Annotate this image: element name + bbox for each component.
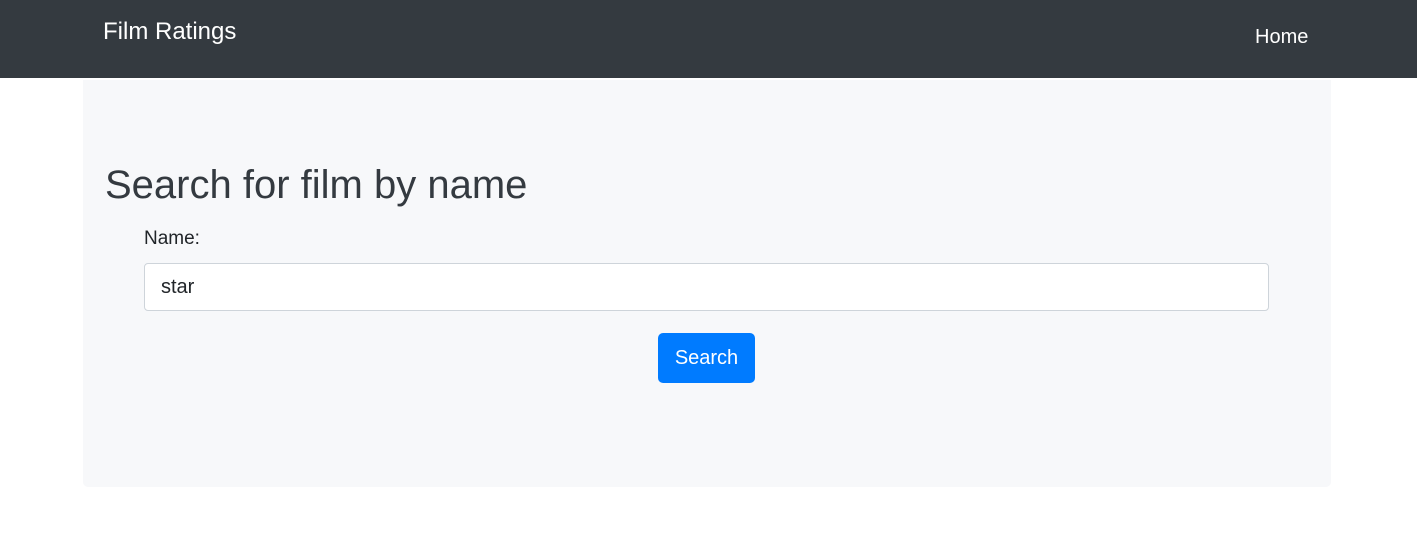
navbar: Film Ratings Home [0,0,1417,78]
home-link[interactable]: Home [1255,26,1308,49]
brand-link[interactable]: Film Ratings [103,18,236,46]
name-label: Name: [144,228,200,249]
name-input[interactable] [144,263,1269,311]
search-button[interactable]: Search [658,333,755,383]
page-title: Search for film by name [105,163,528,207]
